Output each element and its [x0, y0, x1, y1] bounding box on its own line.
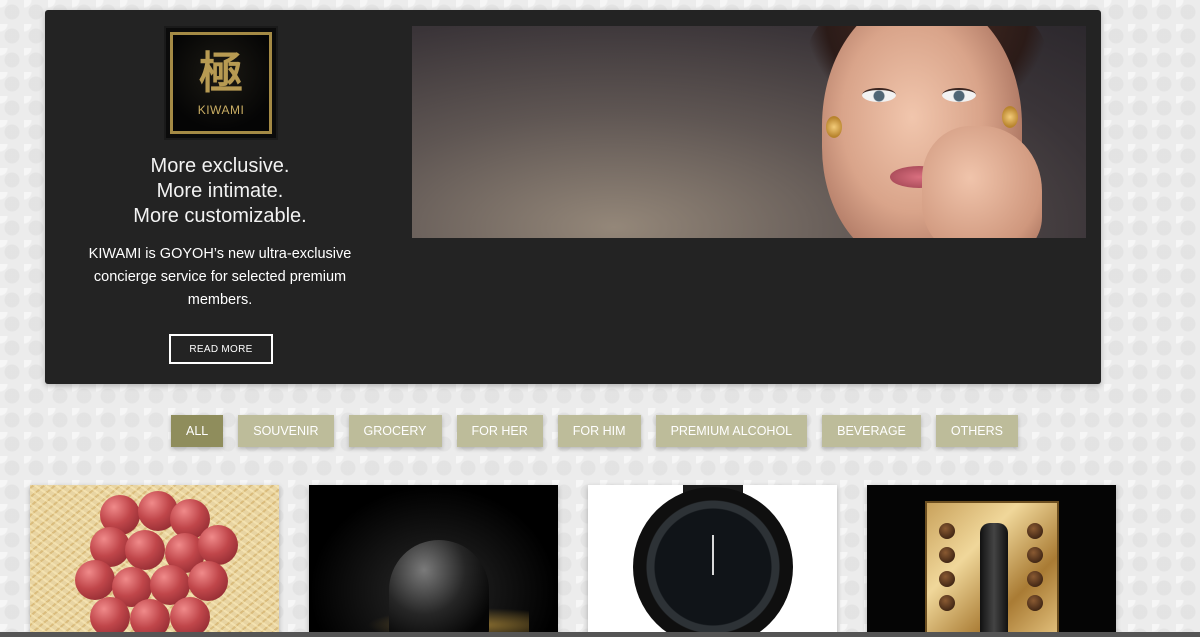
product-card-diffuser[interactable] [309, 485, 558, 637]
logo-frame: 極 KIWAMI [170, 32, 272, 134]
logo-wordmark: KIWAMI [197, 103, 245, 117]
product-card-gift-set[interactable] [867, 485, 1116, 637]
grape [75, 560, 115, 600]
hero-hand [922, 126, 1042, 238]
filter-all[interactable]: ALL [171, 415, 224, 447]
hero-model-image [412, 26, 1086, 238]
grape [170, 597, 210, 637]
banner-description: KIWAMI is GOYOH’s new ultra-exclusive co… [88, 246, 352, 308]
grape [125, 530, 165, 570]
filter-for-him[interactable]: FOR HIM [557, 415, 641, 447]
read-more-button[interactable]: READ MORE [169, 334, 273, 364]
chocolate [1027, 547, 1043, 563]
grape [188, 561, 228, 601]
filter-souvenir[interactable]: SOUVENIR [238, 415, 334, 447]
chocolate [939, 547, 955, 563]
chocolate [1027, 523, 1043, 539]
banner-tagline: More exclusive. More intimate. More cust… [85, 154, 355, 229]
hero-earring-right [1002, 106, 1018, 128]
chocolate [1027, 571, 1043, 587]
bottom-scroll-edge [0, 632, 1200, 637]
product-grid [0, 485, 1200, 637]
tagline-line-1: More exclusive. [150, 155, 290, 177]
tagline-line-2: More intimate. [156, 180, 284, 202]
wine-bottle [980, 523, 1008, 637]
chocolate [939, 523, 955, 539]
filter-premium-alcohol[interactable]: PREMIUM ALCOHOL [655, 415, 808, 447]
hero-eye-right [942, 88, 976, 102]
logo-kanji: 極 [199, 48, 243, 99]
watch-hand [712, 535, 714, 575]
hero-earring-left [826, 116, 842, 138]
tagline-line-3: More customizable. [133, 205, 307, 227]
category-filter-bar: ALL SOUVENIR GROCERY FOR HER FOR HIM PRE… [171, 415, 1018, 447]
filter-beverage[interactable]: BEVERAGE [822, 415, 921, 447]
filter-for-her[interactable]: FOR HER [456, 415, 543, 447]
grape [198, 525, 238, 565]
hero-eye-left [862, 88, 896, 102]
kiwami-banner: 極 KIWAMI More exclusive. More intimate. … [45, 10, 1101, 384]
chocolate [939, 595, 955, 611]
kiwami-logo: 極 KIWAMI [164, 26, 278, 140]
filter-grocery[interactable]: GROCERY [348, 415, 442, 447]
grape [90, 597, 130, 637]
chocolate [939, 571, 955, 587]
gift-box [925, 501, 1059, 637]
product-card-watch[interactable] [588, 485, 837, 637]
chocolate [1027, 595, 1043, 611]
diffuser-body [389, 540, 489, 637]
product-card-grapes[interactable] [30, 485, 279, 637]
filter-others[interactable]: OTHERS [935, 415, 1018, 447]
